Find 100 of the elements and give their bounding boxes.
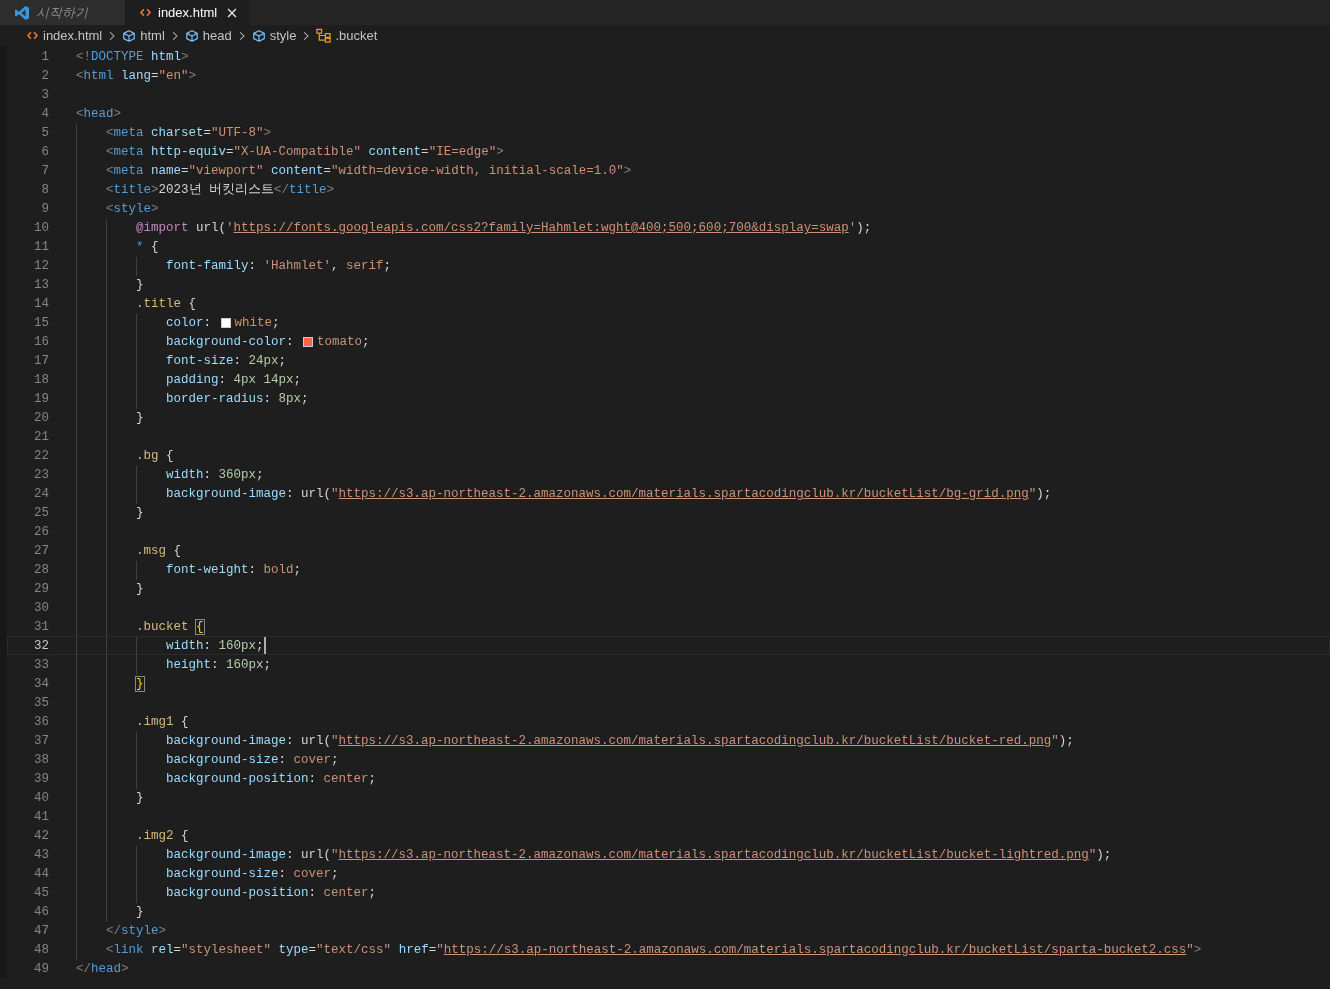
code-file-icon xyxy=(139,6,152,19)
cube-icon xyxy=(122,28,137,43)
line-number: 33 xyxy=(33,657,49,673)
line-number: 43 xyxy=(33,847,49,863)
breadcrumb-item[interactable]: html xyxy=(122,25,165,46)
cube-icon xyxy=(184,28,199,43)
code-text: background-image: url("https://s3.ap-northeast-2.amazonaws.com/materials.spartacodingclub.kr/bucketList/bucket-lightred.png"); xyxy=(166,847,1112,863)
line-number: 40 xyxy=(33,790,49,806)
code-text: width: 360px; xyxy=(166,467,264,483)
code-text: background-position: center; xyxy=(166,771,377,787)
code-text: <meta name="viewport" content="width=device-width, initial-scale=1.0"> xyxy=(106,163,632,179)
code-text: white; xyxy=(234,315,280,331)
line-number: 23 xyxy=(33,467,49,483)
code-text: background-color: xyxy=(166,334,295,350)
code-text: @import url('https://fonts.googleapis.com/css2?family=Hahmlet:wght@400;500;600;700&display=swap'); xyxy=(136,220,872,236)
code-text: </head> xyxy=(76,961,129,977)
code-text: <link rel="stylesheet" type="text/css" href="https://s3.ap-northeast-2.amazonaws.com/materials.spartacodingclub.kr/bucketList/sparta-bucket2.css"> xyxy=(106,942,1202,958)
line-number: 28 xyxy=(33,562,49,578)
editor-tab[interactable]: index.html xyxy=(125,0,250,25)
line-number: 5 xyxy=(40,125,49,141)
line-number: 17 xyxy=(33,353,49,369)
line-number: 7 xyxy=(40,163,49,179)
editor-tab[interactable]: 시작하기 xyxy=(0,0,125,25)
code-text: .title { xyxy=(136,296,197,312)
line-number: 32 xyxy=(33,638,49,654)
line-number: 36 xyxy=(33,714,49,730)
line-number: 3 xyxy=(40,87,49,103)
line-number: 4 xyxy=(40,106,49,122)
line-number: 18 xyxy=(33,372,49,388)
code-text: <style> xyxy=(106,201,159,217)
code-text: background-image: url("https://s3.ap-northeast-2.amazonaws.com/materials.spartacodingclub.kr/bucketList/bg-grid.png"); xyxy=(166,486,1052,502)
line-number: 9 xyxy=(40,201,49,217)
code-text: <html lang="en"> xyxy=(76,68,197,84)
line-number: 34 xyxy=(33,676,49,692)
code-text: width: 160px; xyxy=(166,638,264,654)
code-text: <!DOCTYPE html> xyxy=(76,49,189,65)
code-text: font-size: 24px; xyxy=(166,353,287,369)
line-number: 45 xyxy=(33,885,49,901)
code-text: .bg { xyxy=(136,448,174,464)
code-text: font-weight: bold; xyxy=(166,562,302,578)
line-number: 30 xyxy=(33,600,49,616)
code-text: height: 160px; xyxy=(166,657,272,673)
line-number: 24 xyxy=(33,486,49,502)
line-number: 39 xyxy=(33,771,49,787)
breadcrumb-item[interactable]: .bucket xyxy=(316,25,378,46)
line-number: 12 xyxy=(33,258,49,274)
code-text: <title>2023년 버킷리스트</title> xyxy=(106,182,335,198)
code-file-icon xyxy=(26,29,39,42)
line-number: 15 xyxy=(33,315,49,331)
editor-logo-icon xyxy=(14,4,30,21)
line-number: 1 xyxy=(40,49,49,65)
code-text: } xyxy=(136,581,144,597)
line-number: 47 xyxy=(33,923,49,939)
line-number: 13 xyxy=(33,277,49,293)
line-number: 44 xyxy=(33,866,49,882)
code-text: } xyxy=(136,676,144,692)
code-text: background-size: cover; xyxy=(166,866,339,882)
code-text: </style> xyxy=(106,923,167,939)
breadcrumb-item[interactable]: index.html xyxy=(26,25,103,46)
code-text: background-image: url("https://s3.ap-northeast-2.amazonaws.com/materials.spartacodingclub.kr/bucketList/bucket-red.png"); xyxy=(166,733,1074,749)
line-number: 21 xyxy=(33,429,49,445)
code-text: tomato; xyxy=(317,334,370,350)
code-text: background-position: center; xyxy=(166,885,377,901)
code-text: } xyxy=(136,277,144,293)
line-number: 42 xyxy=(33,828,49,844)
text-cursor xyxy=(263,637,266,654)
code-text: } xyxy=(136,410,144,426)
line-number: 10 xyxy=(33,220,49,236)
code-text: padding: 4px 14px; xyxy=(166,372,302,388)
line-number: 49 xyxy=(33,961,49,977)
code-text: } xyxy=(136,790,144,806)
line-number: 20 xyxy=(33,410,49,426)
line-number: 11 xyxy=(33,239,49,255)
code-text: <meta charset="UTF-8"> xyxy=(106,125,272,141)
code-text: <head> xyxy=(76,106,122,122)
code-text: background-size: cover; xyxy=(166,752,339,768)
line-number: 31 xyxy=(33,619,49,635)
code-text: } xyxy=(136,904,144,920)
line-number: 8 xyxy=(40,182,49,198)
breadcrumb-item[interactable]: head xyxy=(184,25,232,46)
line-number: 41 xyxy=(33,809,49,825)
line-number: 29 xyxy=(33,581,49,597)
code-text: font-family: 'Hahmlet', serif; xyxy=(166,258,392,274)
line-number: 22 xyxy=(33,448,49,464)
code-text: .msg { xyxy=(136,543,182,559)
code-text: .bucket { xyxy=(136,619,204,635)
line-number: 48 xyxy=(33,942,49,958)
code-text: color: xyxy=(166,315,213,331)
code-text: .img2 { xyxy=(136,828,189,844)
code-text: * { xyxy=(136,239,159,255)
line-number: 27 xyxy=(33,543,49,559)
line-number: 14 xyxy=(33,296,49,312)
line-number: 25 xyxy=(33,505,49,521)
code-text: <meta http-equiv="X-UA-Compatible" content="IE=edge"> xyxy=(106,144,504,160)
breadcrumb-item[interactable]: style xyxy=(251,25,297,46)
line-number: 37 xyxy=(33,733,49,749)
code-text: border-radius: 8px; xyxy=(166,391,309,407)
line-number: 35 xyxy=(33,695,49,711)
code-text: .img1 { xyxy=(136,714,189,730)
line-number: 16 xyxy=(33,334,49,350)
